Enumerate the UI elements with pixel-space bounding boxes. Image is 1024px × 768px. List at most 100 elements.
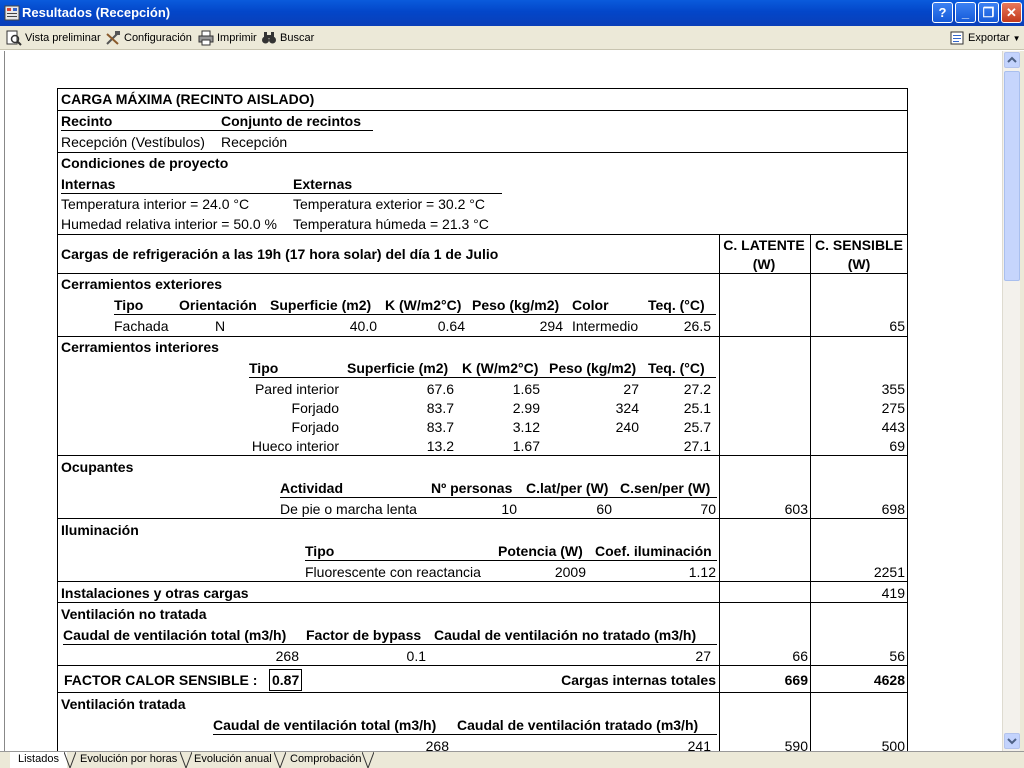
cer-int-cell: 240	[615, 419, 639, 435]
cer-ext-header: Color	[572, 297, 609, 313]
cer-int-cell: 3.12	[512, 419, 540, 435]
vent-tr-header: Caudal de ventilación tratado (m3/h)	[457, 717, 699, 733]
tab-comprobacion[interactable]: Comprobación	[282, 752, 370, 768]
internas-totales-latente: 669	[784, 672, 808, 688]
vent-tr-sensible: 500	[881, 738, 905, 751]
config-button[interactable]: Configuración	[105, 29, 192, 47]
cer-int-cell: 13.2	[426, 438, 454, 454]
close-button[interactable]: ✕	[1001, 2, 1022, 23]
printer-icon	[198, 30, 214, 46]
cer-ext-header: Tipo	[114, 297, 144, 313]
cer-ext-header: Orientación	[179, 297, 257, 313]
latente-unit: (W)	[752, 256, 776, 272]
cer-int-cell: 25.1	[683, 400, 711, 416]
ocupantes-title: Ocupantes	[61, 459, 134, 475]
cer-int-cell: Pared interior	[254, 381, 339, 397]
temp-humeda: Temperatura húmeda = 21.3 °C	[293, 216, 489, 232]
magnifier-page-icon	[6, 30, 22, 46]
humedad-interior: Humedad relativa interior = 50.0 %	[61, 216, 277, 232]
config-label: Configuración	[124, 32, 192, 44]
scroll-up-button[interactable]	[1004, 52, 1020, 68]
vent-no-latente: 66	[792, 648, 808, 664]
binoculars-icon	[262, 32, 276, 44]
cer-int-cell: 1.67	[512, 438, 540, 454]
cer-int-cell: 27.2	[683, 381, 711, 397]
print-button[interactable]: Imprimir	[198, 29, 257, 47]
ocupantes-cell: De pie o marcha lenta	[280, 501, 417, 517]
factor-label: FACTOR CALOR SENSIBLE :	[64, 672, 258, 688]
ocupantes-header: Nº personas	[431, 480, 513, 496]
cer-int-cell: 67.6	[426, 381, 454, 397]
scroll-down-button[interactable]	[1004, 733, 1020, 749]
minimize-button[interactable]: _	[955, 2, 976, 23]
ocupantes-header: Actividad	[280, 480, 344, 496]
conjunto-label: Conjunto de recintos	[221, 113, 361, 129]
iluminacion-header: Tipo	[305, 543, 335, 559]
temp-interior: Temperatura interior = 24.0 °C	[61, 196, 250, 212]
app-icon	[4, 5, 20, 21]
toolbar: Vista preliminar Configuración Imprimir …	[0, 26, 1024, 50]
latente-header: C. LATENTE	[723, 237, 805, 253]
iluminacion-cell: 1.12	[688, 564, 716, 580]
report-viewport[interactable]: CARGA MÁXIMA (RECINTO AISLADO) Recinto C…	[4, 51, 1002, 751]
cer-int-cell: 27.1	[683, 438, 711, 454]
window-title: Resultados (Recepción)	[22, 5, 171, 20]
ocupantes-cell: 70	[700, 501, 716, 517]
tab-bar: Listados Evolución por horas Evolución a…	[0, 751, 1024, 768]
preview-button[interactable]: Vista preliminar	[6, 29, 101, 47]
vent-no-header: Caudal de ventilación no tratado (m3/h)	[434, 627, 697, 643]
cer-int-cell: 25.7	[683, 419, 711, 435]
internas-label: Internas	[61, 176, 116, 192]
cer-int-header: Tipo	[249, 360, 279, 376]
export-button[interactable]: Exportar ▼	[949, 29, 1021, 47]
cer-ext-cell: 26.5	[683, 318, 711, 334]
tab-separator	[362, 752, 374, 768]
internas-totales-label: Cargas internas totales	[561, 672, 716, 688]
condiciones-title: Condiciones de proyecto	[61, 155, 229, 171]
cer-int-cell: 83.7	[426, 400, 454, 416]
cer-int-cell: Forjado	[291, 400, 339, 416]
cer-ext-header: Superficie (m2)	[270, 297, 372, 313]
cer-int-header: K (W/m2°C)	[462, 360, 539, 376]
internas-totales-sensible: 4628	[873, 672, 905, 688]
arrow-up-icon	[1007, 56, 1017, 63]
scroll-thumb[interactable]	[1004, 71, 1020, 281]
cer-ext-cell: 0.64	[437, 318, 465, 334]
cer-ext-cell: N	[215, 318, 226, 334]
search-button[interactable]: Buscar	[261, 29, 314, 47]
cer-int-cell: Hueco interior	[251, 438, 339, 454]
cer-int-sensible: 355	[881, 381, 905, 397]
iluminacion-title: Iluminación	[61, 522, 139, 538]
conjunto-value: Recepción	[221, 134, 288, 150]
tab-evolucion-anual[interactable]: Evolución anual	[186, 752, 280, 768]
cer-ext-sensible: 65	[889, 318, 905, 334]
recinto-label: Recinto	[61, 113, 113, 129]
iluminacion-header: Potencia (W)	[498, 543, 583, 559]
help-button[interactable]: ?	[932, 2, 953, 23]
tab-listados[interactable]: Listados	[10, 752, 67, 768]
restore-button[interactable]: ❐	[978, 2, 999, 23]
cer-ext-cell: Fachada	[114, 318, 169, 334]
cer-int-cell: 83.7	[426, 419, 454, 435]
tab-evolucion-horas[interactable]: Evolución por horas	[72, 752, 185, 768]
temp-exterior: Temperatura exterior = 30.2 °C	[293, 196, 485, 212]
ocupantes-header: C.sen/per (W)	[620, 480, 711, 496]
ocupantes-cell: 60	[596, 501, 612, 517]
cer-int-title: Cerramientos interiores	[61, 339, 219, 355]
ocupantes-sensible: 698	[881, 501, 905, 517]
window-border	[1020, 51, 1024, 751]
externas-label: Externas	[293, 176, 353, 192]
factor-value: 0.87	[269, 669, 303, 691]
iluminacion-sensible: 2251	[873, 564, 905, 580]
title-bar: Resultados (Recepción) ? _ ❐ ✕	[0, 0, 1024, 26]
vent-no-header: Caudal de ventilación total (m3/h)	[63, 627, 287, 643]
ocupantes-cell: 10	[501, 501, 517, 517]
vent-no-sensible: 56	[889, 648, 905, 664]
vertical-scrollbar[interactable]	[1002, 51, 1020, 751]
cer-ext-title: Cerramientos exteriores	[61, 276, 223, 292]
report-title: CARGA MÁXIMA (RECINTO AISLADO)	[61, 91, 315, 107]
preview-label: Vista preliminar	[25, 32, 101, 44]
vent-tr-title: Ventilación tratada	[61, 696, 186, 712]
vent-tr-cell: 268	[425, 738, 449, 751]
cer-ext-header: Peso (kg/m2)	[472, 297, 560, 313]
